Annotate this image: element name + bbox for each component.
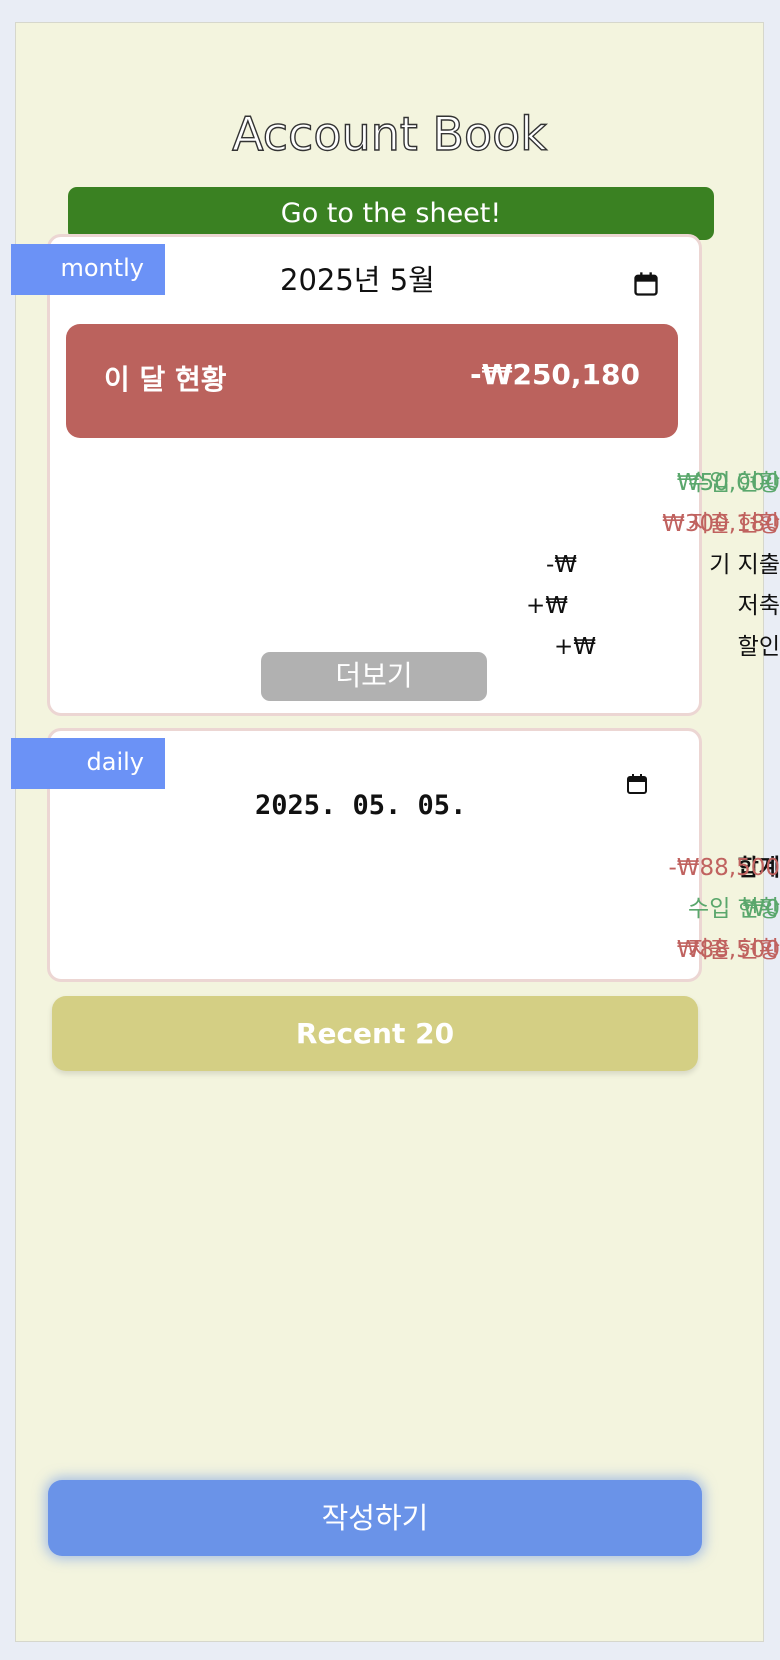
month-summary-banner: 이 달 현황 -₩250,180: [66, 324, 678, 438]
expense-value: ₩300,180: [662, 511, 780, 537]
discount-label: 할인: [737, 634, 780, 660]
income-value: ₩50,000: [676, 470, 780, 496]
discount-value: +₩: [553, 634, 596, 660]
savings-value: +₩: [525, 593, 568, 619]
calendar-icon[interactable]: [632, 270, 660, 298]
daily-total-value: -₩88,500: [668, 855, 780, 881]
daily-tag: daily: [11, 738, 165, 789]
more-button[interactable]: 더보기: [261, 652, 487, 701]
month-picker-input[interactable]: 2025년 5월: [280, 262, 435, 298]
write-entry-button[interactable]: 작성하기: [48, 1480, 702, 1556]
app-title: Account Book: [231, 106, 547, 161]
month-summary-label: 이 달 현황: [104, 363, 227, 396]
go-to-sheet-button[interactable]: Go to the sheet!: [68, 187, 714, 240]
fixed-expense-value: -₩: [545, 552, 577, 578]
fixed-expense-label: 기 지출: [709, 552, 780, 578]
monthly-tag: montly: [11, 244, 165, 295]
calendar-icon[interactable]: [625, 772, 649, 796]
daily-expense-value: ₩88,500: [676, 937, 780, 963]
savings-label: 저축: [737, 593, 780, 619]
monthly-card: [47, 234, 702, 716]
date-picker-input[interactable]: 2025. 05. 05.: [255, 790, 466, 821]
recent-20-button[interactable]: Recent 20: [52, 996, 698, 1071]
month-summary-value: -₩250,180: [469, 358, 640, 391]
daily-income-value: ₩0: [742, 896, 780, 922]
